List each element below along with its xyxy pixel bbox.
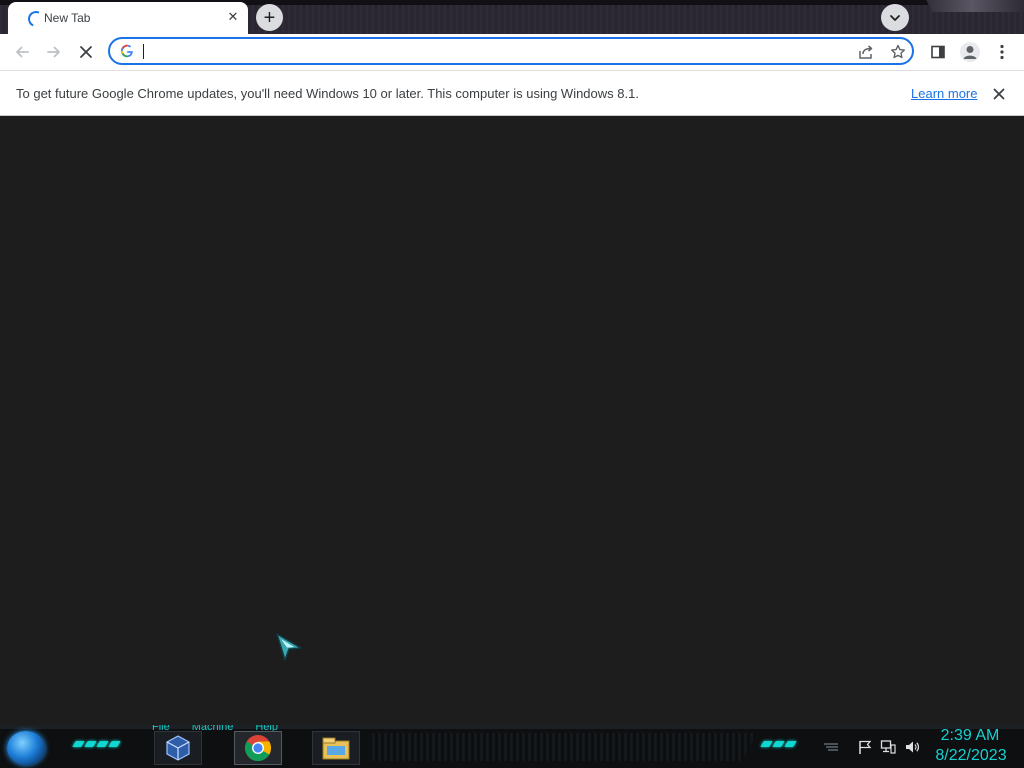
kebab-menu-icon: [1000, 44, 1004, 60]
taskbar-decoration-band: [372, 733, 757, 761]
address-bar[interactable]: [108, 37, 914, 65]
window-frame-decoration: [926, 0, 1024, 12]
back-button[interactable]: [8, 38, 36, 66]
network-icon: [880, 740, 896, 754]
infobar-close-button[interactable]: [989, 84, 1009, 104]
action-center-flag-icon: [859, 740, 872, 754]
profile-button[interactable]: [956, 38, 984, 66]
stop-loading-button[interactable]: [72, 38, 100, 66]
address-input[interactable]: [142, 42, 842, 60]
taskbar-decoration-left: [72, 741, 121, 747]
clock-time[interactable]: 2:39 AM: [930, 727, 1010, 745]
side-panel-button[interactable]: [924, 38, 952, 66]
browser-toolbar: [0, 34, 1024, 70]
network-button[interactable]: [879, 739, 897, 755]
share-button[interactable]: [856, 42, 876, 62]
volume-icon: [906, 741, 920, 753]
infobar-message: To get future Google Chrome updates, you…: [16, 86, 639, 101]
person-icon: [963, 46, 977, 59]
mouse-cursor-icon: [276, 633, 302, 661]
volume-button[interactable]: [903, 739, 921, 755]
virtualbox-icon: [166, 735, 190, 761]
tab-new-tab[interactable]: New Tab ✕: [8, 2, 248, 34]
chrome-menu-button[interactable]: [988, 38, 1016, 66]
page-content-area[interactable]: [0, 116, 1024, 725]
tab-strip: New Tab ✕ +: [0, 0, 1024, 34]
tab-close-button[interactable]: ✕: [224, 8, 242, 26]
plus-icon: +: [263, 6, 276, 29]
google-g-icon: [120, 44, 133, 58]
new-tab-button[interactable]: +: [256, 4, 283, 31]
tab-search-button[interactable]: [881, 4, 909, 31]
side-panel-icon: [931, 45, 945, 59]
action-center-button[interactable]: [856, 739, 874, 755]
start-button[interactable]: [7, 731, 45, 765]
taskbar-app-file-explorer[interactable]: [312, 731, 360, 765]
clock-date[interactable]: 8/22/2023: [930, 747, 1012, 765]
arrow-left-icon: [16, 46, 29, 58]
star-icon: [891, 44, 905, 59]
close-icon: [993, 88, 1005, 100]
taskbar-app-chrome[interactable]: [234, 731, 282, 765]
show-hidden-icons-button[interactable]: [822, 739, 840, 755]
forward-button[interactable]: [40, 38, 68, 66]
update-infobar: To get future Google Chrome updates, you…: [0, 70, 1024, 116]
tab-title: New Tab: [44, 11, 91, 25]
chrome-icon: [244, 735, 272, 762]
learn-more-link[interactable]: Learn more: [911, 86, 977, 101]
taskbar-decoration-right: [760, 741, 797, 747]
arrow-right-icon: [47, 46, 60, 58]
taskbar: File Machine Help 2:39 AM 8/22/2023: [0, 725, 1024, 768]
tray-overflow-icon: [824, 743, 838, 751]
file-explorer-icon: [322, 737, 350, 760]
text-caret: [143, 44, 144, 59]
chevron-down-icon: [890, 14, 900, 21]
bookmark-button[interactable]: [888, 42, 908, 62]
close-icon: [80, 46, 92, 58]
taskbar-app-virtualbox[interactable]: [154, 731, 202, 765]
share-icon: [859, 45, 873, 59]
avatar: [960, 42, 980, 62]
